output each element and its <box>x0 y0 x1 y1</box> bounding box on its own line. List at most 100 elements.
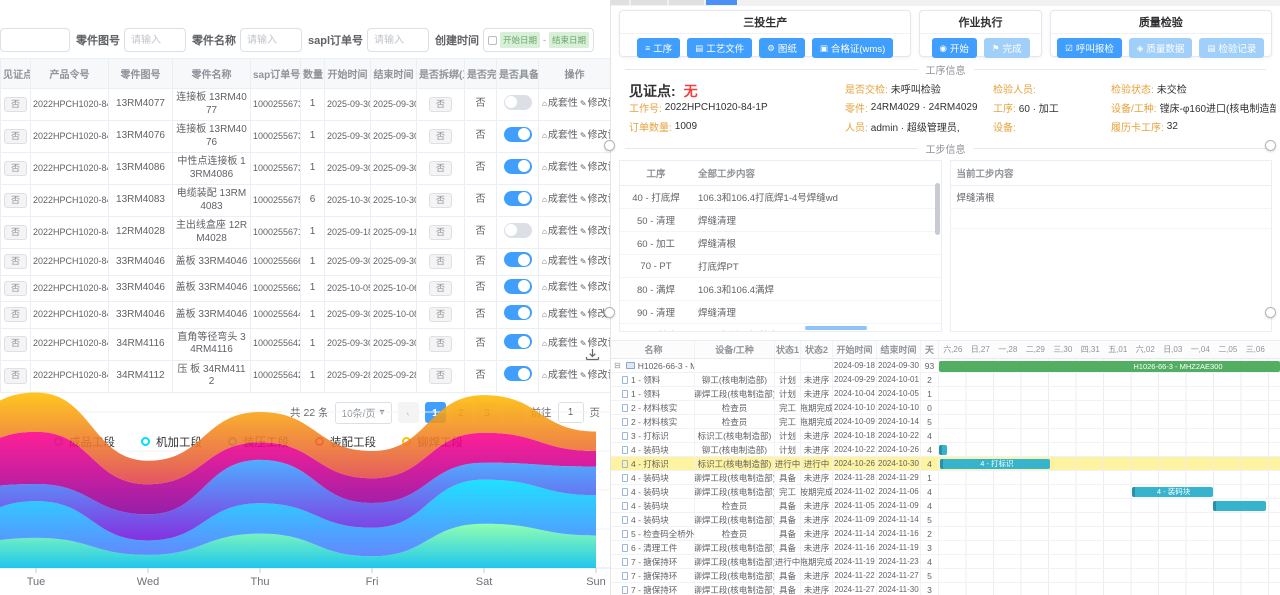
ready-toggle[interactable] <box>504 95 532 110</box>
witness-badge[interactable]: 否 <box>4 254 27 269</box>
gantt-row[interactable]: 7 - 搪保持环铆焊工段(核电制造部)具备未进序2024-11-222024-1… <box>611 569 1280 583</box>
selection-handle[interactable] <box>1265 140 1276 151</box>
witness-badge[interactable]: 否 <box>4 97 27 112</box>
step-row[interactable]: 40 - 打底焊106.3和106.4打底焊1-4号焊缝wd <box>620 186 941 209</box>
gantt-row[interactable]: 5 - 检查码全桥外径检查员具备未进序2024-11-142024-11-162 <box>611 527 1280 541</box>
step-row[interactable]: 50 - 清理焊缝清理 <box>620 209 941 232</box>
工序-button[interactable]: ≡工序 <box>637 38 680 58</box>
witness-badge[interactable]: 否 <box>4 225 27 240</box>
date-checkbox[interactable] <box>488 36 497 45</box>
gantt-row[interactable]: ⊟H1026-66-3 - MHZ2AE3002024-09-182024-09… <box>611 359 1280 373</box>
完成-button[interactable]: ⚑完成 <box>984 38 1030 58</box>
step-row[interactable]: 70 - PT打底焊PT <box>620 255 941 278</box>
tab-3[interactable] <box>669 0 704 5</box>
kit-link[interactable]: ⌂成套性 <box>542 194 578 205</box>
end-date-input[interactable]: 结束日期 <box>549 32 589 48</box>
split-badge[interactable]: 否 <box>429 161 452 176</box>
ready-toggle[interactable] <box>504 279 532 294</box>
工艺文件-button[interactable]: ▤工艺文件 <box>687 38 752 58</box>
witness-badge[interactable]: 否 <box>4 336 27 351</box>
gantt-row[interactable]: 4 - 装码块铆工(核电制造部)计划未进序2024-10-222024-10-2… <box>611 443 1280 457</box>
检验记录-button[interactable]: ▤检验记录 <box>1199 38 1264 58</box>
edit-record-link[interactable]: ✎修改记录 <box>580 98 610 109</box>
edit-record-link[interactable]: ✎修改记录 <box>580 162 610 173</box>
step-row[interactable]: 80 - 满焊106.3和106.4满焊 <box>620 278 941 301</box>
gantt-task-bar[interactable]: 4 - 打标识 <box>940 459 1050 469</box>
filter-input[interactable] <box>124 28 186 52</box>
gantt-project-bar[interactable]: H1026-66-3 - MHZ2AE300 <box>939 361 1280 372</box>
witness-badge[interactable]: 否 <box>4 307 27 322</box>
gantt-task-bar[interactable] <box>1213 501 1266 511</box>
witness-badge[interactable]: 否 <box>4 129 27 144</box>
gantt-row[interactable]: 4 - 打标识标识工(核电制造部)进行中进行中2024-10-262024-10… <box>611 457 1280 471</box>
gantt-row[interactable]: 3 - 打标识标识工(核电制造部)计划未进序2024-10-182024-10-… <box>611 429 1280 443</box>
ready-toggle[interactable] <box>504 159 532 174</box>
vertical-scrollbar[interactable] <box>935 183 940 235</box>
filter-input[interactable] <box>240 28 302 52</box>
gantt-row[interactable]: 4 - 装码块铆焊工段(核电制造部)具备未进序2024-11-092024-11… <box>611 513 1280 527</box>
edit-record-link[interactable]: ✎修改记录 <box>580 130 610 141</box>
ready-toggle[interactable] <box>504 127 532 142</box>
kit-link[interactable]: ⌂成套性 <box>542 282 578 293</box>
tab-1[interactable] <box>611 0 629 5</box>
gantt-row[interactable]: 1 - 领料铆工(核电制造部)计划未进序2024-09-292024-10-01… <box>611 373 1280 387</box>
kit-link[interactable]: ⌂成套性 <box>542 162 578 173</box>
split-badge[interactable]: 否 <box>429 336 452 351</box>
witness-badge[interactable]: 否 <box>4 193 27 208</box>
tab-2[interactable] <box>631 0 667 5</box>
gantt-row[interactable]: 4 - 装码块铆焊工段(核电制造部)具备未进序2024-11-282024-11… <box>611 471 1280 485</box>
split-badge[interactable]: 否 <box>429 254 452 269</box>
date-range-picker[interactable]: 开始日期 - 结束日期 <box>483 28 594 52</box>
save-image-icon[interactable] <box>585 348 600 368</box>
gantt-row[interactable]: 7 - 搪保持环铆焊工段(核电制造部)具备未进序2024-11-272024-1… <box>611 583 1280 595</box>
step-row[interactable]: 60 - 加工焊缝清根 <box>620 232 941 255</box>
开始-button[interactable]: ◉开始 <box>932 38 977 58</box>
gantt-row[interactable]: 4 - 装码块检查员具备未进序2024-11-052024-11-094 <box>611 499 1280 513</box>
kit-link[interactable]: ⌂成套性 <box>542 338 578 349</box>
collapse-icon[interactable]: ⊟ <box>614 361 621 370</box>
kit-link[interactable]: ⌂成套性 <box>542 226 578 237</box>
edit-record-link[interactable]: ✎修改记录 <box>580 282 610 293</box>
step-row[interactable]: 100 - 检查1-4号焊缝目视检查 <box>620 324 941 333</box>
gantt-row[interactable]: 4 - 装码块铆焊工段(核电制造部)完工按期完成2024-11-022024-1… <box>611 485 1280 499</box>
filter-input[interactable] <box>367 28 429 52</box>
呼叫报检-button[interactable]: ☑呼叫报检 <box>1057 38 1122 58</box>
split-badge[interactable]: 否 <box>429 225 452 240</box>
edit-record-link[interactable]: ✎修改记录 <box>580 194 610 205</box>
selection-handle[interactable] <box>1265 307 1276 318</box>
gantt-row[interactable]: 1 - 领料铆焊工段(核电制造部)计划未进序2024-10-042024-10-… <box>611 387 1280 401</box>
filter-partial-input[interactable] <box>0 28 70 52</box>
ready-toggle[interactable] <box>504 223 532 238</box>
selection-handle[interactable] <box>604 140 615 151</box>
split-badge[interactable]: 否 <box>429 307 452 322</box>
kit-link[interactable]: ⌂成套性 <box>542 256 578 267</box>
gantt-row[interactable]: 6 - 清理工件铆焊工段(核电制造部)具备未进序2024-11-162024-1… <box>611 541 1280 555</box>
split-badge[interactable]: 否 <box>429 281 452 296</box>
gantt-row[interactable]: 2 - 材料核实检查员完工拖期完成2024-10-092024-10-145 <box>611 415 1280 429</box>
gantt-row[interactable]: 7 - 搪保持环铆焊工段(核电制造部)进行中拖期完成2024-11-192024… <box>611 555 1280 569</box>
split-badge[interactable]: 否 <box>429 97 452 112</box>
edit-record-link[interactable]: ✎修改记录 <box>580 256 610 267</box>
gantt-row[interactable]: 2 - 材料核实检查员完工拖期完成2024-10-102024-10-100 <box>611 401 1280 415</box>
split-badge[interactable]: 否 <box>429 193 452 208</box>
质量数据-button[interactable]: ◈质量数据 <box>1129 38 1193 58</box>
kit-link[interactable]: ⌂成套性 <box>542 130 578 141</box>
selection-handle[interactable] <box>604 307 615 318</box>
step-row[interactable]: 90 - 清理焊缝清理 <box>620 301 941 324</box>
gantt-task-bar[interactable] <box>939 445 947 455</box>
ready-toggle[interactable] <box>504 252 532 267</box>
合格证(wms)-button[interactable]: ▣合格证(wms) <box>812 38 893 58</box>
kit-link[interactable]: ⌂成套性 <box>542 98 578 109</box>
ready-toggle[interactable] <box>504 334 532 349</box>
gantt-task-bar[interactable]: 4 - 装码块 <box>1132 487 1213 497</box>
witness-badge[interactable]: 否 <box>4 161 27 176</box>
tab-active[interactable] <box>706 0 737 5</box>
witness-badge[interactable]: 否 <box>4 281 27 296</box>
horizontal-scrollbar[interactable] <box>805 326 867 330</box>
start-date-input[interactable]: 开始日期 <box>500 32 540 48</box>
图纸-button[interactable]: ⚙图纸 <box>759 38 805 58</box>
ready-toggle[interactable] <box>504 191 532 206</box>
ready-toggle[interactable] <box>504 305 532 320</box>
split-badge[interactable]: 否 <box>429 129 452 144</box>
kit-link[interactable]: ⌂成套性 <box>542 309 578 320</box>
